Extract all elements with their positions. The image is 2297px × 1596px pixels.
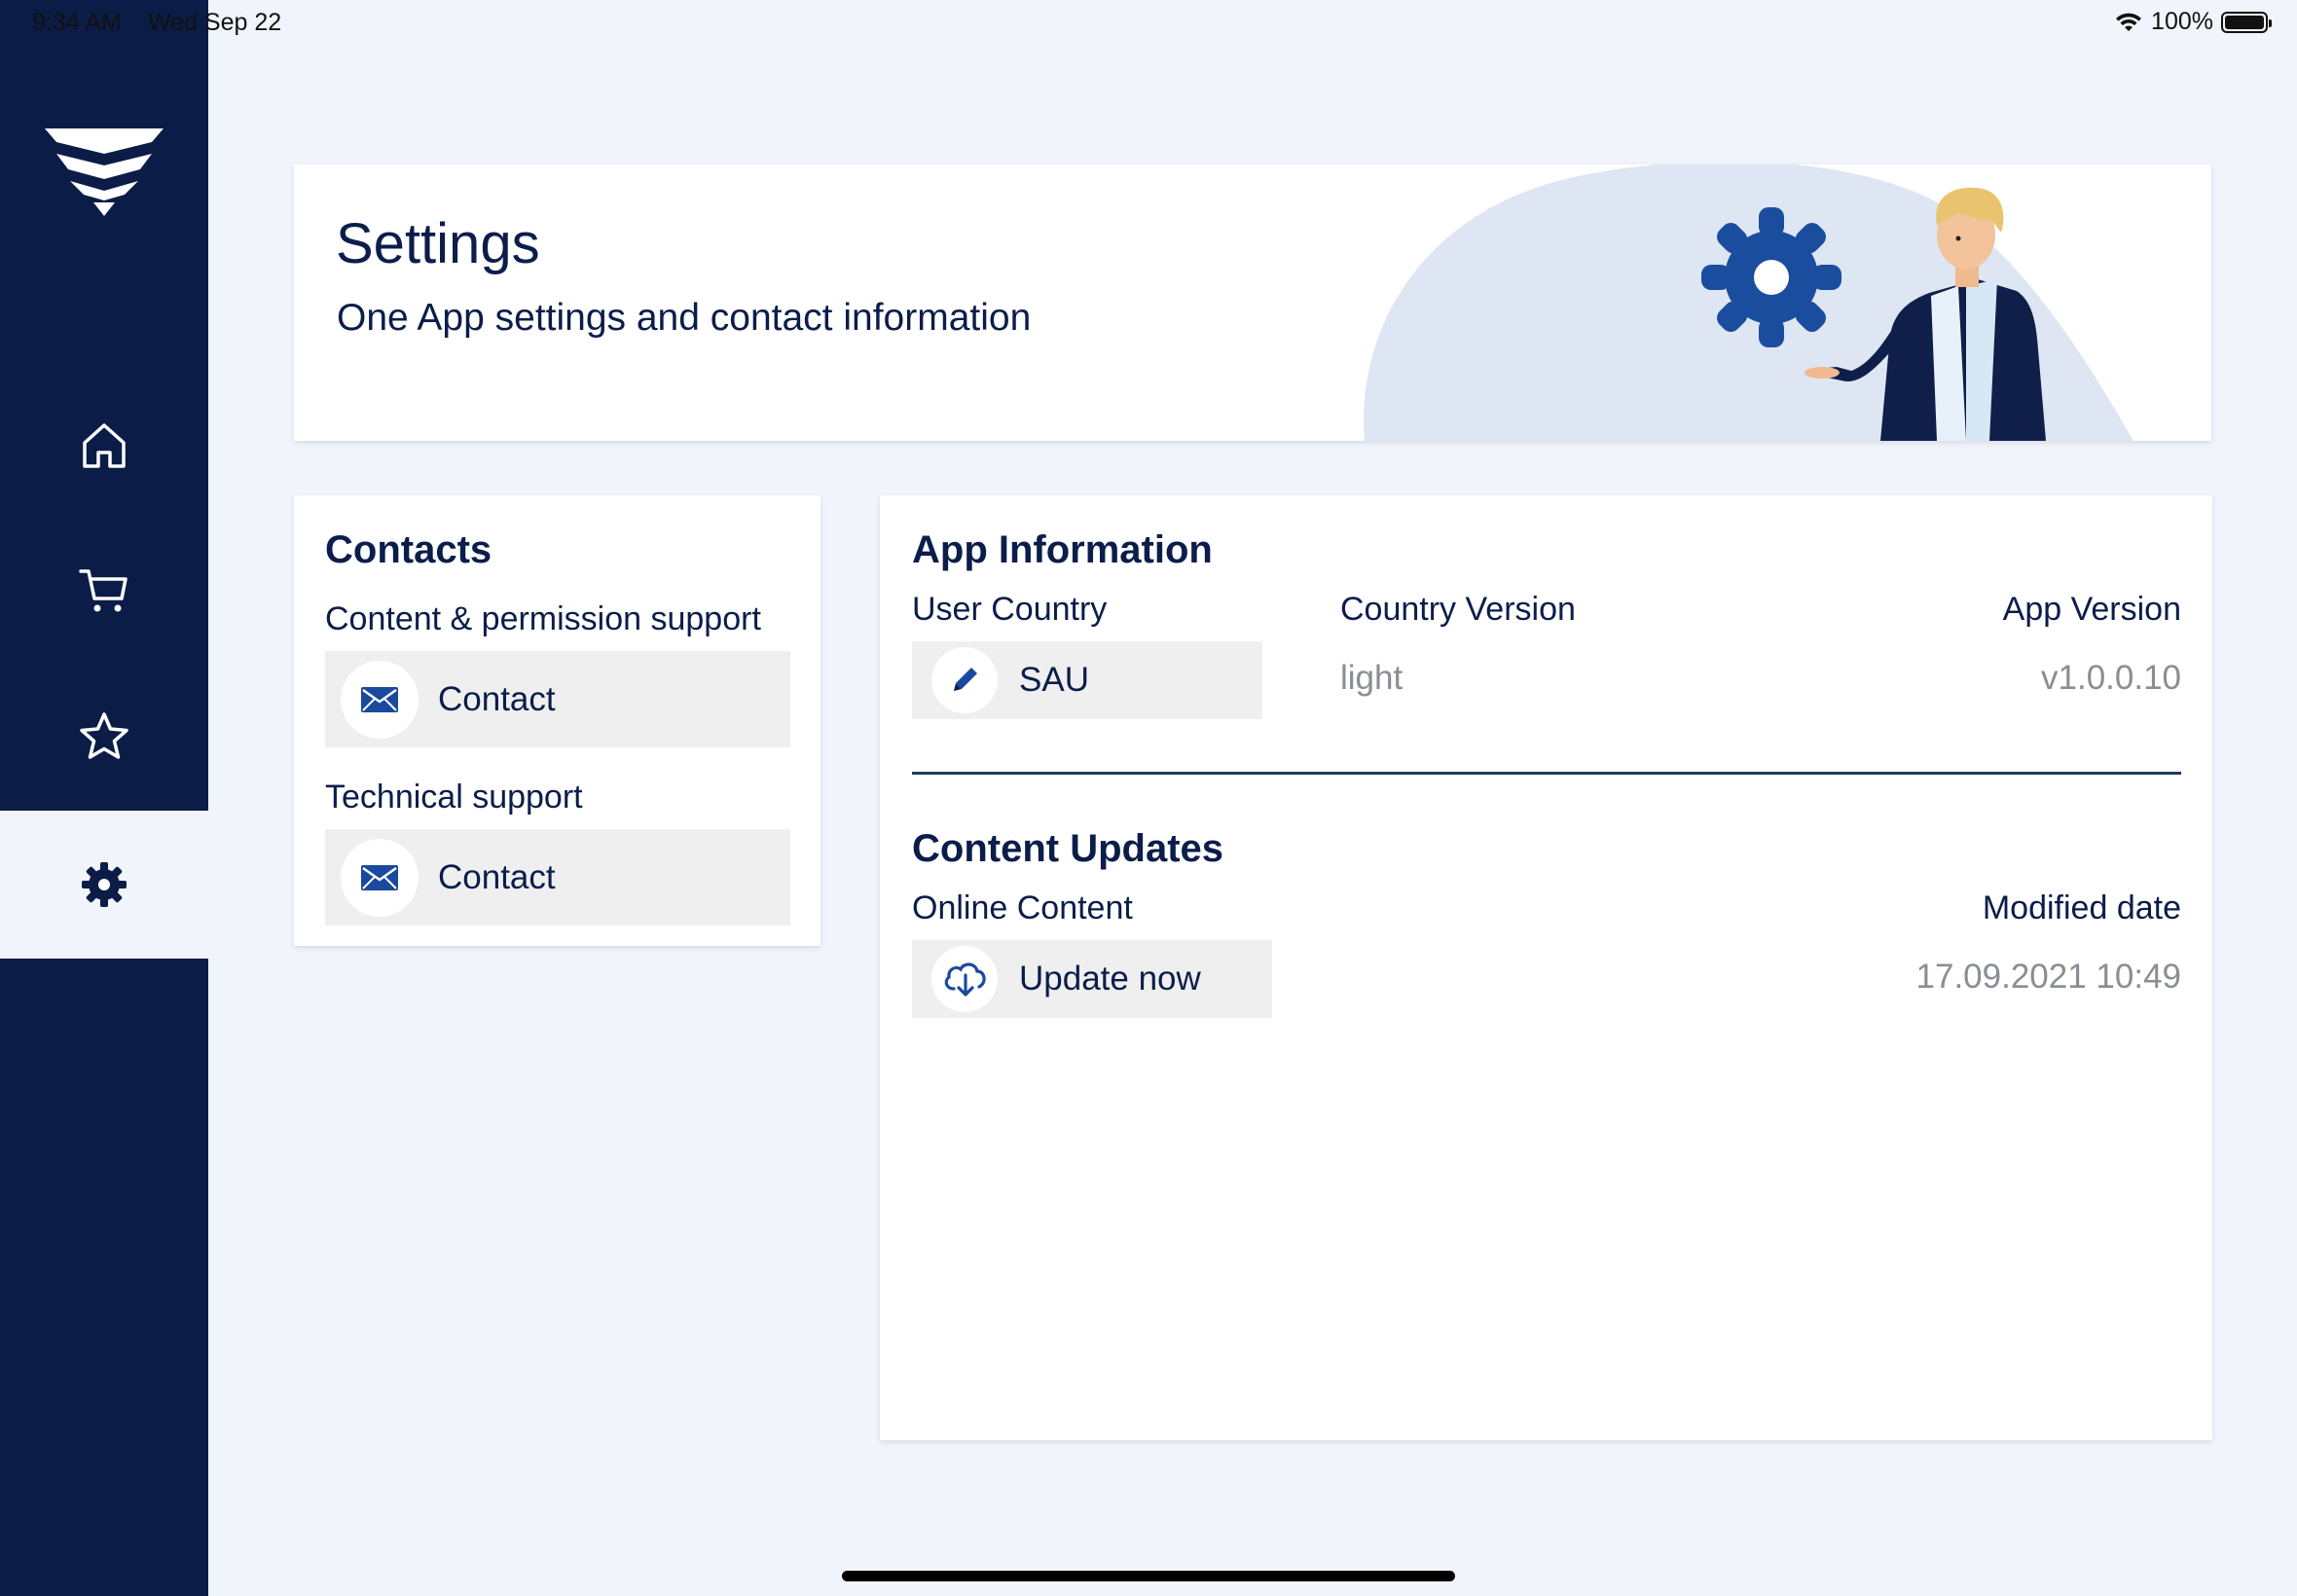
settings-illustration	[1364, 164, 2133, 441]
app-version-value: v1.0.0.10	[2041, 659, 2181, 697]
home-icon	[83, 423, 126, 468]
content-updates-title: Content Updates	[912, 827, 1223, 870]
update-now-label: Update now	[1019, 960, 1201, 998]
sidebar	[0, 0, 208, 1596]
section-divider	[912, 772, 2181, 775]
app-info-card: App Information User Country SAU Country…	[880, 495, 2212, 1440]
status-bar: 9:34 AM Wed Sep 22 100%	[0, 0, 2297, 47]
mail-icon-circle	[341, 838, 419, 917]
download-icon-circle	[931, 946, 998, 1012]
app-info-title: App Information	[912, 528, 1213, 571]
sidebar-item-settings[interactable]	[0, 811, 208, 959]
sidebar-item-home[interactable]	[0, 371, 208, 519]
contact-button-label: Contact	[438, 679, 556, 718]
contact-button-label: Contact	[438, 857, 556, 896]
app-root: 9:34 AM Wed Sep 22 100% Settings One App…	[0, 0, 2297, 1596]
pencil-icon	[954, 668, 977, 691]
mail-icon-circle	[341, 660, 419, 739]
gear-icon	[82, 862, 127, 907]
online-content-label: Online Content	[912, 889, 1133, 926]
brand-logo	[45, 128, 164, 216]
contact-content-permission-button[interactable]: Contact	[325, 651, 790, 747]
contacts-card: Contacts Content & permission support Co…	[294, 495, 820, 946]
country-version-value: light	[1340, 659, 1404, 697]
sidebar-item-favorites[interactable]	[0, 663, 208, 811]
country-version-label: Country Version	[1340, 591, 1576, 628]
wifi-icon	[2116, 13, 2142, 31]
page-title: Settings	[336, 212, 540, 275]
cloud-download-icon	[944, 962, 986, 997]
status-right: 100%	[2114, 8, 2272, 36]
app-version-label: App Version	[2002, 591, 2181, 628]
status-date: Wed Sep 22	[148, 9, 282, 36]
home-indicator[interactable]	[842, 1571, 1455, 1581]
contact-group-label: Technical support	[325, 779, 583, 816]
contact-group-label: Content & permission support	[325, 600, 761, 637]
contact-technical-support-button[interactable]: Contact	[325, 829, 790, 925]
header-card: Settings One App settings and contact in…	[294, 164, 2211, 441]
mail-icon	[361, 686, 398, 712]
cart-icon	[79, 569, 128, 612]
page-subtitle: One App settings and contact information	[337, 297, 1032, 339]
user-country-selector[interactable]: SAU	[912, 641, 1262, 719]
modified-date-value: 17.09.2021 10:49	[1915, 958, 2181, 996]
user-country-label: User Country	[912, 591, 1108, 628]
user-country-value: SAU	[1019, 661, 1089, 699]
mail-icon	[361, 864, 398, 890]
status-time: 9:34 AM	[32, 9, 122, 36]
sidebar-item-cart[interactable]	[0, 517, 208, 665]
update-now-button[interactable]: Update now	[912, 940, 1272, 1018]
battery-percent: 100%	[2151, 8, 2213, 35]
contacts-title: Contacts	[325, 528, 492, 571]
battery-icon	[2221, 11, 2272, 33]
modified-date-label: Modified date	[1982, 889, 2181, 926]
edit-icon-circle	[931, 647, 998, 713]
star-icon	[80, 712, 128, 759]
